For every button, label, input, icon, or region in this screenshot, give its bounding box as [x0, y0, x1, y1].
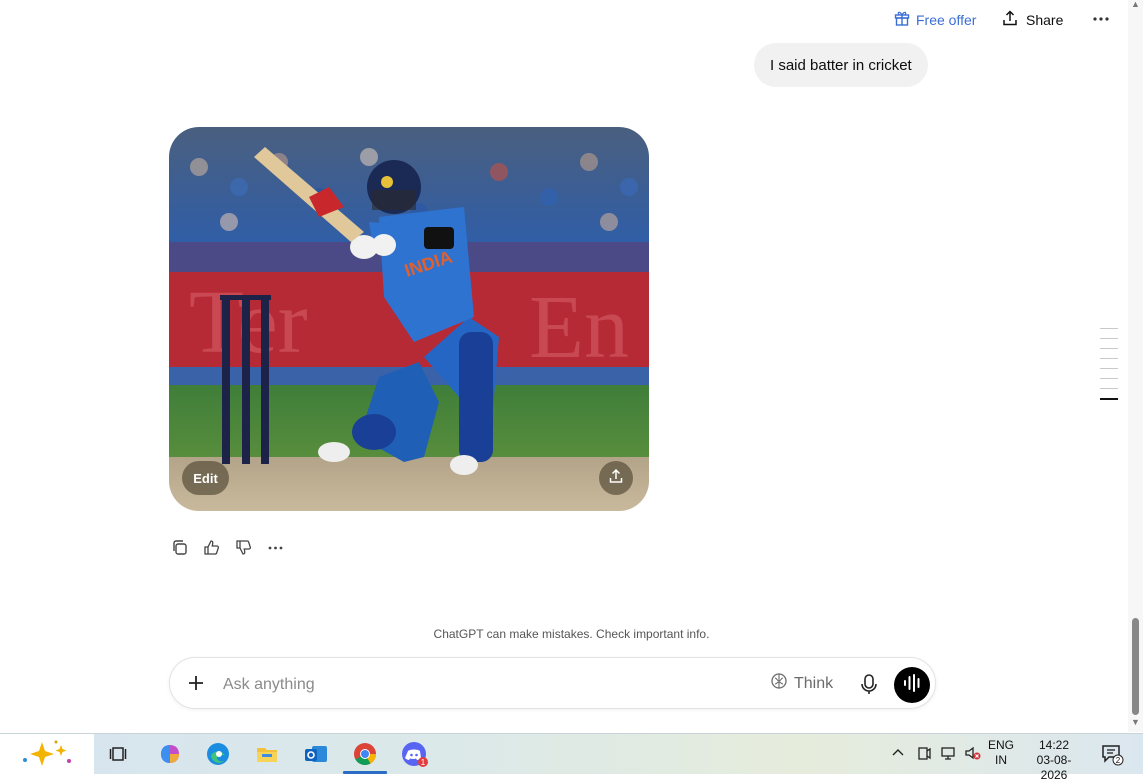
thumbs-down-icon[interactable] [233, 537, 253, 557]
meet-now-icon[interactable] [916, 745, 932, 764]
edit-label: Edit [193, 470, 218, 486]
notification-icon[interactable]: 2 [1096, 738, 1128, 770]
think-button[interactable]: Think [770, 672, 833, 695]
microphone-icon[interactable] [858, 672, 880, 696]
upload-icon [608, 468, 624, 489]
user-message-bubble: I said batter in cricket [754, 43, 928, 87]
file-explorer-icon[interactable] [251, 738, 283, 770]
more-options-icon[interactable] [1092, 10, 1110, 33]
composer: Think [169, 657, 936, 709]
share-icon [1002, 10, 1018, 29]
language-line1: ENG [988, 738, 1015, 752]
more-icon[interactable] [265, 537, 285, 557]
task-view-icon[interactable] [103, 738, 135, 770]
message-actions [169, 537, 285, 557]
microsoft-365-copilot-icon[interactable] [154, 738, 186, 770]
svg-text:En: En [529, 278, 629, 377]
chrome-icon[interactable] [349, 738, 381, 770]
disclaimer-text: ChatGPT can make mistakes. Check importa… [433, 627, 710, 641]
share-button[interactable]: Share [1002, 10, 1063, 29]
network-icon[interactable] [940, 745, 956, 764]
discord-badge: 1 [421, 758, 426, 767]
user-message-text: I said batter in cricket [770, 56, 912, 74]
page-scrollbar[interactable]: ▲ ▼ [1128, 0, 1143, 732]
voice-mode-button[interactable] [894, 667, 930, 703]
outlook-icon[interactable] [300, 738, 332, 770]
share-label: Share [1026, 11, 1064, 28]
download-image-button[interactable] [599, 461, 633, 495]
free-offer-button[interactable]: Free offer [894, 10, 976, 29]
waveform-icon [902, 673, 922, 698]
discord-icon[interactable]: 1 [398, 738, 430, 770]
scroll-up-arrow-icon[interactable]: ▲ [1131, 0, 1140, 9]
free-offer-label: Free offer [916, 11, 977, 28]
language-line2: IN [995, 753, 1007, 767]
edit-image-button[interactable]: Edit [182, 461, 229, 495]
edge-icon[interactable] [202, 738, 234, 770]
ask-input[interactable] [221, 672, 705, 698]
thumbs-up-icon[interactable] [201, 537, 221, 557]
sparkle-icon [23, 740, 71, 766]
chevron-up-icon[interactable] [890, 745, 906, 764]
conversation-scroll-markers[interactable] [1100, 328, 1118, 409]
scrollbar-thumb[interactable] [1132, 618, 1139, 715]
volume-muted-icon[interactable] [964, 745, 982, 764]
notification-count: 2 [1116, 756, 1121, 765]
plus-icon[interactable] [184, 671, 208, 695]
clock-time: 14:22 [1038, 738, 1070, 752]
clock-date: 03-08-2026 [1036, 753, 1072, 782]
copy-icon[interactable] [169, 537, 189, 557]
taskbar: 1 ENG IN 14:22 03-08-2026 2 [0, 733, 1143, 782]
copilot-sparkle-button[interactable] [0, 734, 94, 774]
generated-image[interactable]: Ter En INDIA [169, 127, 649, 511]
gift-icon [894, 10, 910, 29]
brain-icon [770, 672, 788, 695]
scroll-down-arrow-icon[interactable]: ▼ [1131, 717, 1140, 727]
language-indicator[interactable]: ENG IN [988, 738, 1014, 768]
think-label: Think [794, 674, 834, 692]
clock[interactable]: 14:22 03-08-2026 [1024, 738, 1084, 783]
